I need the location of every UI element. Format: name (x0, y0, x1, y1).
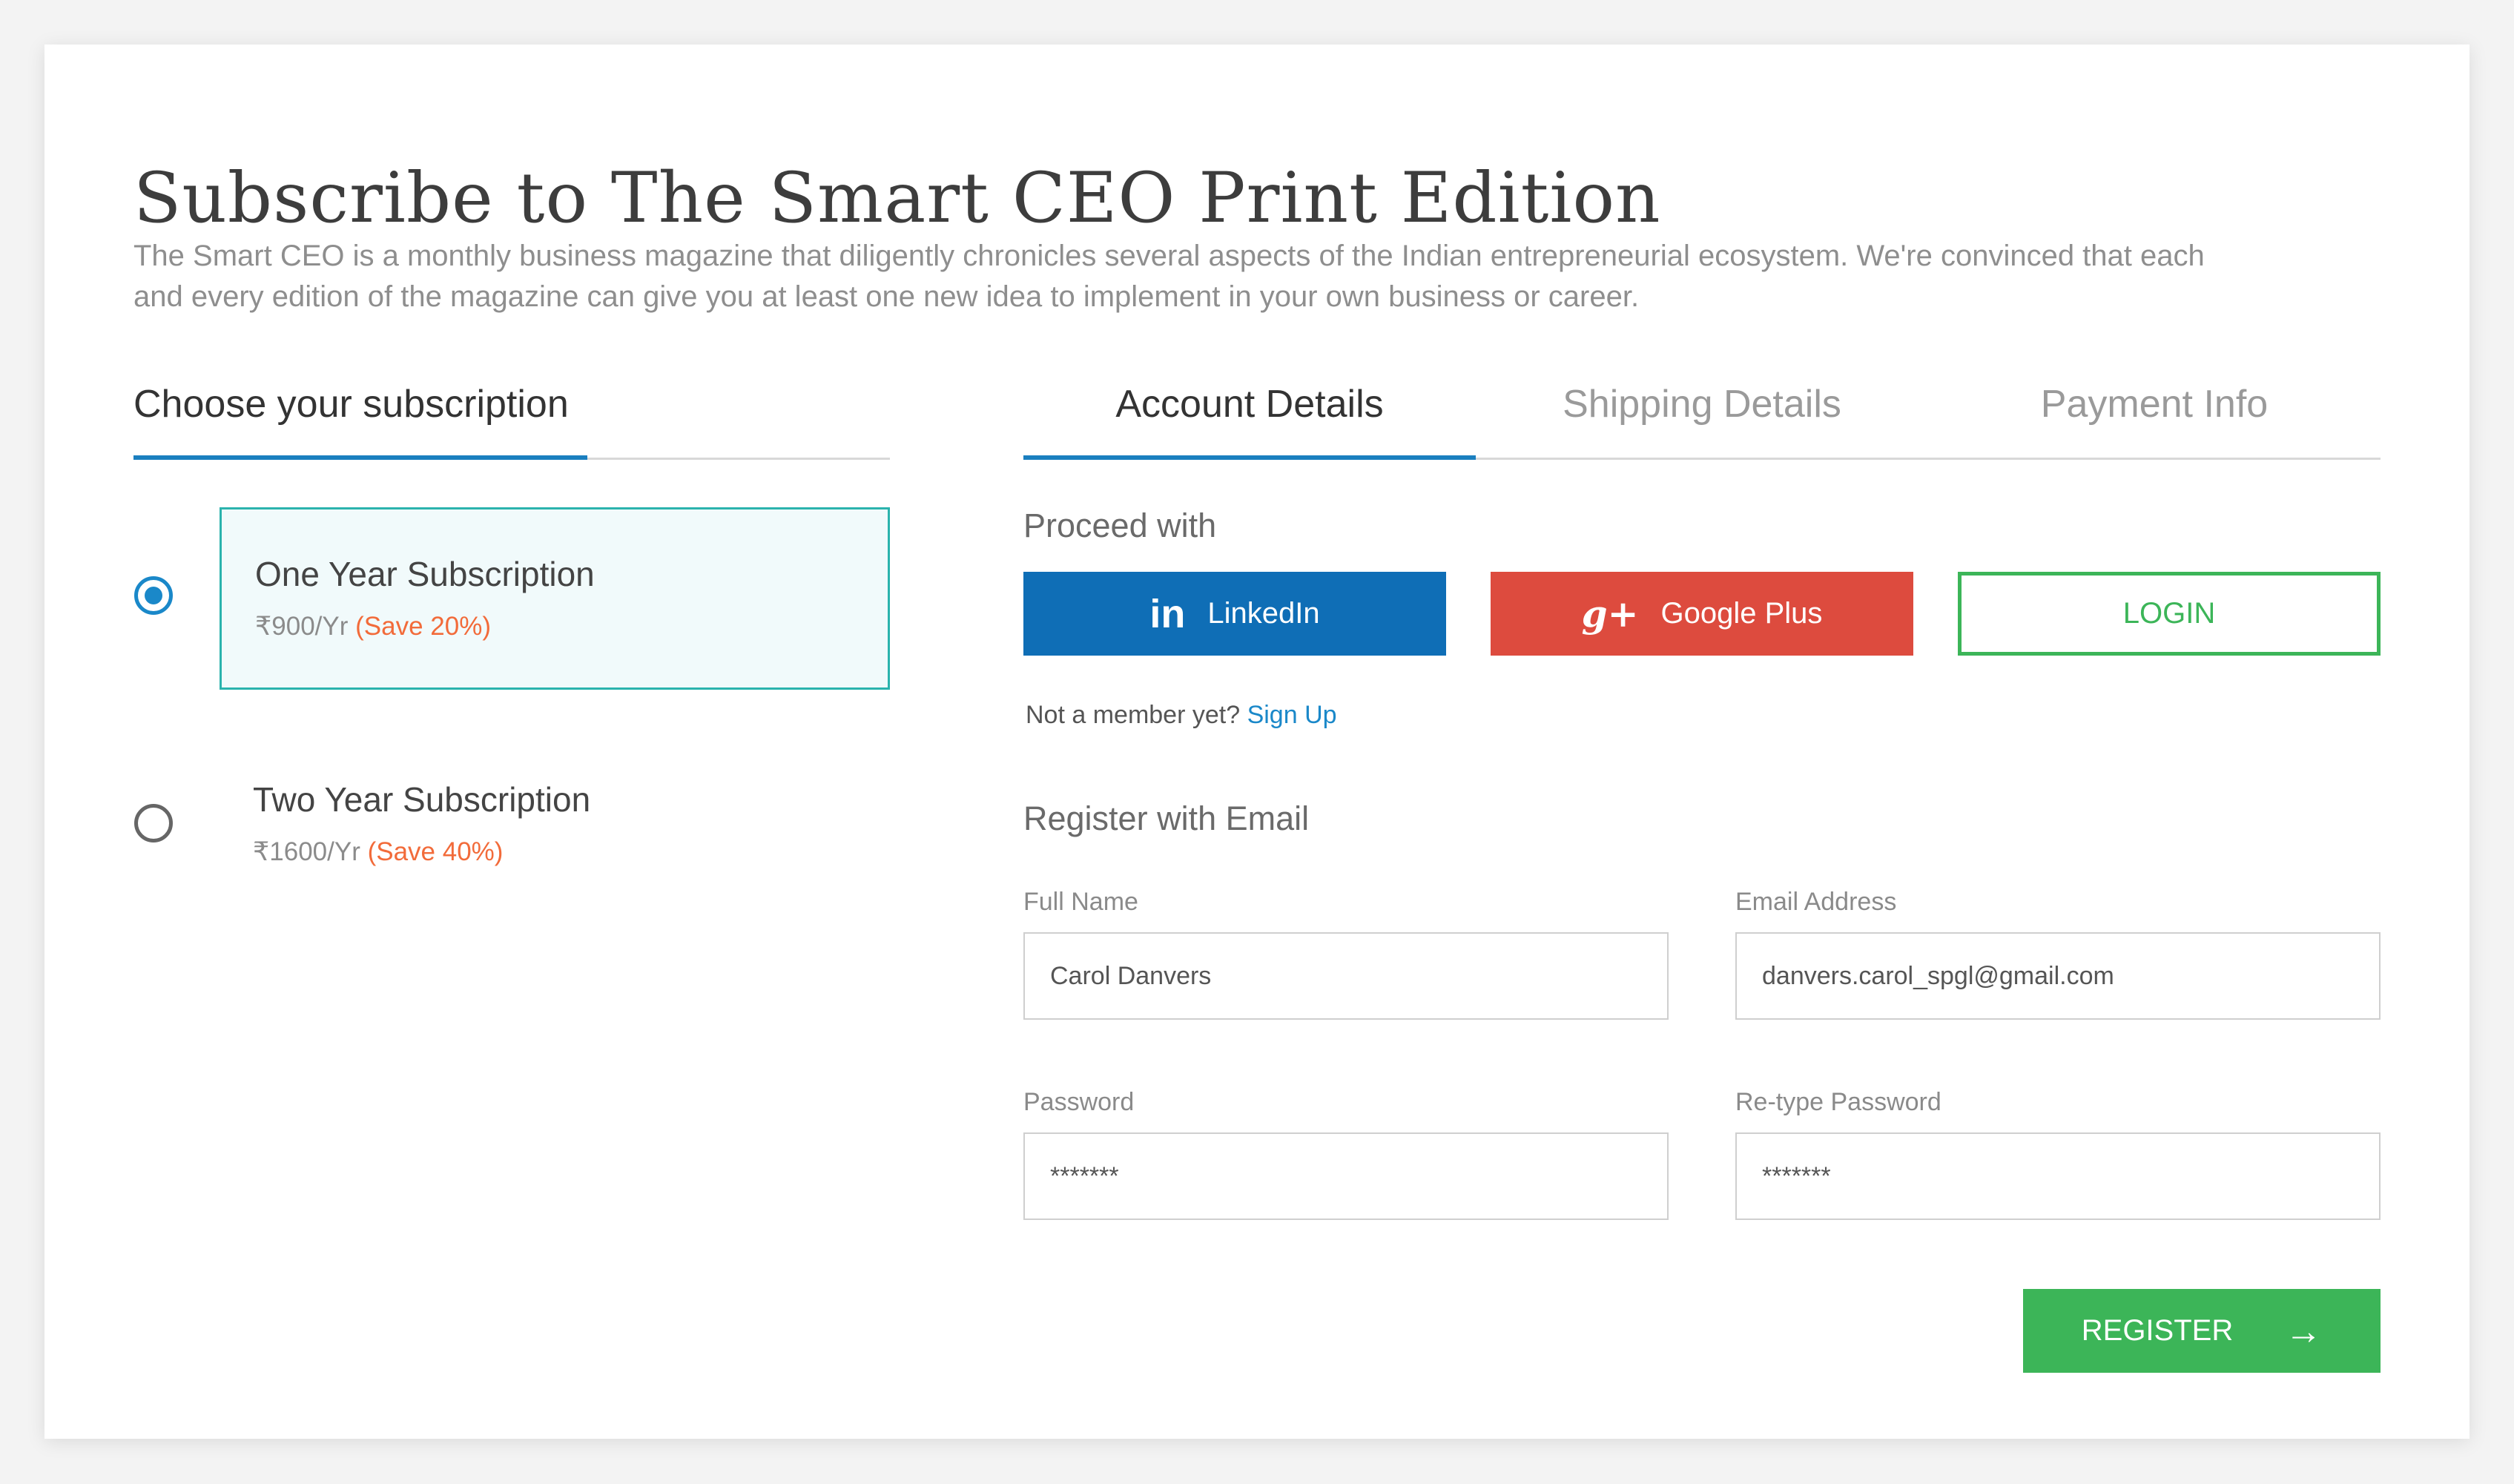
page-title: Subscribe to The Smart CEO Print Edition (133, 157, 1661, 239)
tab-payment-info[interactable]: Payment Info (1928, 382, 2381, 426)
linkedin-icon: in (1149, 591, 1186, 636)
plan-name: One Year Subscription (255, 555, 595, 593)
plan-price: ₹1600/Yr (Save 40%) (253, 837, 503, 867)
register-with-email-heading: Register with Email (1023, 799, 1310, 837)
not-member-label: Not a member yet? (1026, 701, 1241, 729)
password-label: Password (1023, 1088, 1135, 1116)
active-section-underline (133, 455, 587, 460)
choose-subscription-heading: Choose your subscription (133, 383, 569, 426)
plan-name: Two Year Subscription (253, 780, 591, 819)
retype-password-field[interactable]: ******* (1735, 1132, 2381, 1220)
google-plus-icon: g+ (1581, 592, 1639, 636)
full-name-label: Full Name (1023, 888, 1138, 916)
one-year-plan-option[interactable]: One Year Subscription ₹900/Yr (Save 20%) (220, 507, 890, 690)
retype-password-label: Re-type Password (1735, 1088, 1941, 1116)
register-label: REGISTER (2081, 1314, 2234, 1347)
one-year-radio[interactable] (134, 576, 173, 615)
not-member-text: Not a member yet? Sign Up (1026, 701, 1337, 730)
google-plus-label: Google Plus (1660, 597, 1823, 630)
two-year-radio[interactable] (134, 804, 173, 842)
save-badge: (Save 40%) (367, 837, 504, 866)
google-plus-button[interactable]: g+ Google Plus (1491, 572, 1913, 656)
price-value: ₹900/Yr (255, 612, 349, 641)
plan-price: ₹900/Yr (Save 20%) (255, 612, 491, 642)
linkedin-label: LinkedIn (1207, 597, 1320, 630)
intro-text: The Smart CEO is a monthly business maga… (133, 240, 2205, 313)
active-tab-underline (1023, 455, 1476, 460)
proceed-with-label: Proceed with (1023, 507, 1217, 544)
full-name-field[interactable]: Carol Danvers (1023, 932, 1669, 1020)
register-button[interactable]: REGISTER → (2023, 1289, 2381, 1373)
price-value: ₹1600/Yr (253, 837, 360, 866)
two-year-plan-option[interactable]: Two Year Subscription ₹1600/Yr (Save 40%… (220, 735, 890, 917)
email-field[interactable]: danvers.carol_spgl@gmail.com (1735, 932, 2381, 1020)
save-badge: (Save 20%) (355, 612, 491, 641)
password-field[interactable]: ******* (1023, 1132, 1669, 1220)
sign-up-link[interactable]: Sign Up (1247, 701, 1337, 729)
linkedin-button[interactable]: in LinkedIn (1023, 572, 1446, 656)
tab-shipping-details[interactable]: Shipping Details (1476, 382, 1928, 426)
login-button[interactable]: LOGIN (1958, 572, 2381, 656)
arrow-right-icon: → (2285, 1310, 2323, 1352)
tab-account-details[interactable]: Account Details (1023, 382, 1476, 426)
email-label: Email Address (1735, 888, 1897, 916)
